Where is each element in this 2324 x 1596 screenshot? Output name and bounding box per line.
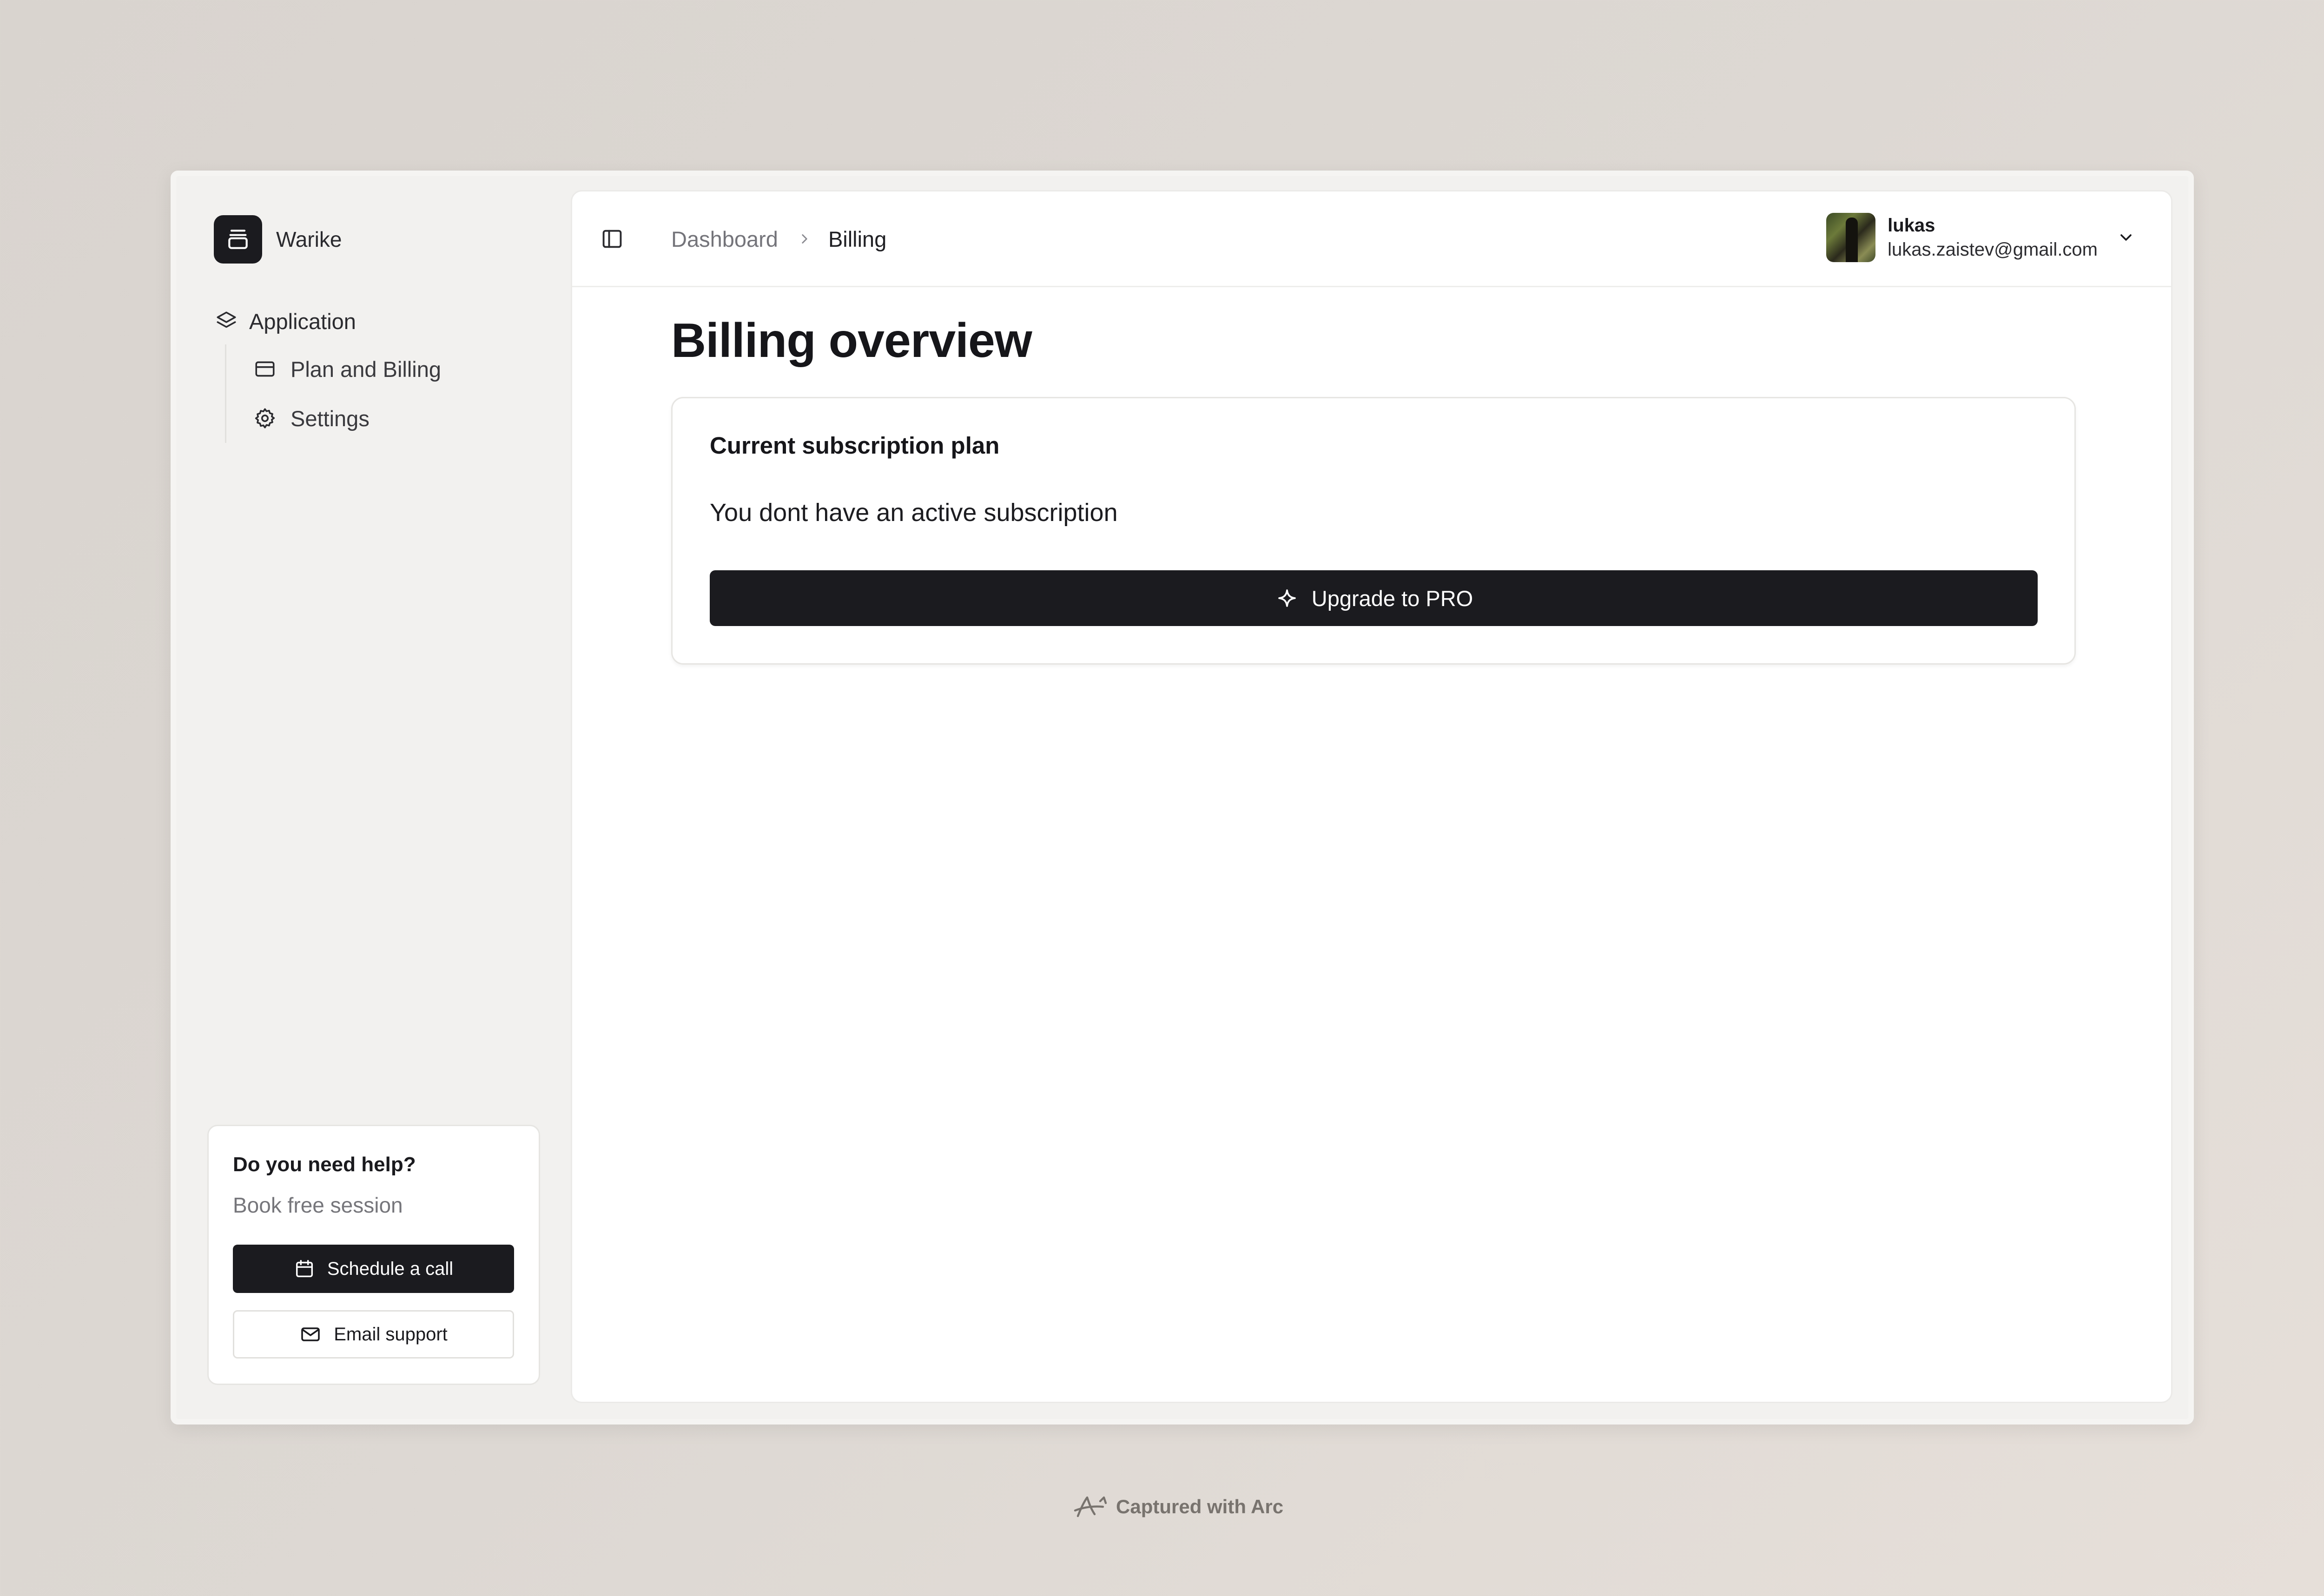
app-window: Warike Application Plan and Billing Sett… [171, 171, 2194, 1425]
sidebar-item-label: Settings [290, 406, 370, 431]
sidebar-nav: Application Plan and Billing Settings [214, 306, 548, 443]
subscription-card-title: Current subscription plan [710, 432, 1000, 459]
sidebar-group-application[interactable]: Application [214, 306, 548, 336]
sidebar-item-settings[interactable]: Settings [252, 394, 548, 443]
help-title: Do you need help? [233, 1153, 416, 1176]
arc-logo-icon [1074, 1496, 1107, 1517]
upgrade-to-pro-button[interactable]: Upgrade to PRO [710, 570, 2038, 626]
sidebar-toggle-icon [602, 230, 622, 248]
chevron-down-icon[interactable] [2114, 226, 2138, 249]
upgrade-button-label: Upgrade to PRO [1311, 586, 1473, 611]
user-menu[interactable]: lukas lukas.zaistev@gmail.com [1826, 213, 2138, 262]
mail-icon [301, 1327, 320, 1341]
breadcrumb: Dashboard Billing [671, 225, 886, 253]
subscription-card: Current subscription plan You dont have … [671, 397, 2076, 665]
footer-text: Captured with Arc [1116, 1496, 1284, 1517]
layers-icon [214, 309, 239, 334]
gear-icon [252, 406, 277, 431]
archive-box-icon [214, 215, 262, 264]
top-bar: Dashboard Billing lukas lukas.zaistev@gm… [572, 191, 2171, 287]
help-card: Do you need help? Book free session Sche… [207, 1125, 540, 1385]
email-support-button[interactable]: Email support [233, 1310, 514, 1359]
main-panel: Dashboard Billing lukas lukas.zaistev@gm… [571, 190, 2172, 1403]
user-email: lukas.zaistev@gmail.com [1888, 239, 2098, 260]
sidebar-subnav: Plan and Billing Settings [225, 344, 548, 443]
sidebar-item-plan-and-billing[interactable]: Plan and Billing [252, 344, 548, 394]
breadcrumb-billing: Billing [828, 226, 887, 251]
schedule-call-button[interactable]: Schedule a call [233, 1245, 514, 1293]
schedule-call-label: Schedule a call [327, 1258, 454, 1279]
brand[interactable]: Warike [214, 215, 342, 264]
subscription-status-text: You dont have an active subscription [710, 499, 1118, 527]
credit-card-icon [252, 356, 277, 382]
sidebar-toggle-button[interactable] [598, 225, 626, 253]
email-support-label: Email support [334, 1324, 448, 1345]
brand-name: Warike [276, 227, 342, 251]
breadcrumb-dashboard[interactable]: Dashboard [671, 226, 778, 252]
help-subtitle: Book free session [233, 1193, 403, 1217]
avatar [1826, 213, 1876, 262]
user-name: lukas [1888, 215, 1935, 236]
sparkle-icon [1278, 589, 1296, 607]
sidebar-item-label: Plan and Billing [290, 356, 441, 382]
calendar-icon [296, 1260, 313, 1278]
sidebar-group-label: Application [249, 309, 356, 334]
capture-footer: Captured with Arc [1072, 1492, 1283, 1522]
chevron-right-icon [797, 231, 812, 247]
sidebar: Warike Application Plan and Billing Sett… [176, 176, 576, 1419]
user-info: lukas lukas.zaistev@gmail.com [1888, 213, 2098, 262]
page-title: Billing overview [671, 314, 1032, 368]
